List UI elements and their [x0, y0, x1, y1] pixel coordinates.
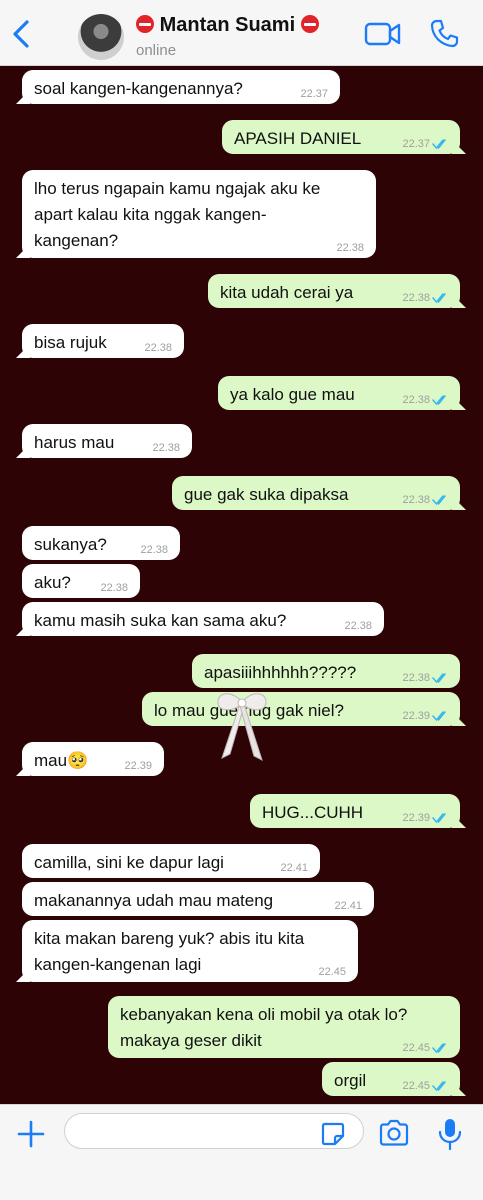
- video-camera-icon[interactable]: [364, 20, 402, 48]
- microphone-icon[interactable]: [437, 1117, 463, 1151]
- chat-area[interactable]: soal kangen-kangenannya? 22.37 APASIH DA…: [0, 66, 483, 1104]
- double-check-icon: [432, 711, 446, 722]
- message-outgoing[interactable]: HUG...CUHH 22.39: [250, 794, 466, 828]
- ribbon-bow-decoration: [217, 693, 267, 761]
- message-text: makanannya udah mau mateng: [34, 891, 274, 910]
- bubble-tail: [452, 396, 466, 410]
- message-text: kebanyakan kena oli mobil ya otak lo? ma…: [120, 1005, 408, 1050]
- message-incoming[interactable]: kita makan bareng yuk? abis itu kita kan…: [16, 920, 358, 982]
- message-outgoing[interactable]: orgil 22.45: [322, 1062, 466, 1096]
- message-time: 22.38: [152, 442, 180, 454]
- message-text: kita makan bareng yuk? abis itu kita kan…: [34, 929, 305, 974]
- message-text: lho terus ngapain kamu ngajak aku ke apa…: [34, 179, 321, 250]
- bubble-tail: [16, 90, 30, 104]
- message-incoming[interactable]: lho terus ngapain kamu ngajak aku ke apa…: [16, 170, 376, 258]
- message-text: kamu masih suka kan sama aku?: [34, 611, 287, 630]
- message-time: 22.39: [402, 710, 430, 722]
- double-check-icon: [432, 139, 446, 150]
- message-time: 22.45: [402, 1042, 430, 1054]
- bubble-tail: [452, 496, 466, 510]
- double-check-icon: [432, 495, 446, 506]
- no-entry-emoji-icon: [136, 15, 154, 33]
- double-check-icon: [432, 673, 446, 684]
- message-time: 22.38: [100, 582, 128, 594]
- message-time: 22.37: [300, 88, 328, 100]
- message-outgoing[interactable]: kebanyakan kena oli mobil ya otak lo? ma…: [108, 996, 460, 1058]
- message-outgoing[interactable]: ya kalo gue mau 22.38: [218, 376, 466, 410]
- bubble-tail: [452, 814, 466, 828]
- contact-name[interactable]: Mantan Suami: [136, 14, 319, 37]
- message-time: 22.41: [280, 862, 308, 874]
- compose-bar: [0, 1104, 483, 1200]
- message-time: 22.38: [402, 292, 430, 304]
- bubble-tail: [452, 712, 466, 726]
- message-incoming[interactable]: sukanya? 22.38: [22, 526, 180, 560]
- bubble-tail: [16, 344, 30, 358]
- bubble-tail: [452, 294, 466, 308]
- double-check-icon: [432, 293, 446, 304]
- message-outgoing[interactable]: gue gak suka dipaksa 22.38: [172, 476, 466, 510]
- message-incoming[interactable]: makanannya udah mau mateng 22.41: [22, 882, 374, 916]
- message-input[interactable]: [64, 1113, 364, 1149]
- message-incoming[interactable]: kamu masih suka kan sama aku? 22.38: [16, 602, 384, 636]
- message-time: 22.45: [318, 966, 346, 978]
- bubble-tail: [452, 140, 466, 154]
- message-time: 22.38: [344, 620, 372, 632]
- message-time: 22.41: [334, 900, 362, 912]
- message-time: 22.38: [140, 544, 168, 556]
- bubble-tail: [16, 244, 30, 258]
- message-time: 22.38: [144, 342, 172, 354]
- double-check-icon: [432, 1043, 446, 1054]
- message-outgoing[interactable]: kita udah cerai ya 22.38: [208, 274, 466, 308]
- bubble-tail: [16, 444, 30, 458]
- chevron-left-icon[interactable]: [8, 18, 34, 50]
- message-outgoing[interactable]: APASIH DANIEL 22.37: [222, 120, 466, 154]
- message-incoming[interactable]: soal kangen-kangenannya? 22.37: [16, 70, 340, 104]
- no-entry-emoji-icon: [300, 15, 319, 33]
- message-incoming[interactable]: bisa rujuk 22.38: [16, 324, 184, 358]
- message-time: 22.38: [336, 242, 364, 254]
- phone-icon[interactable]: [428, 18, 460, 50]
- message-time: 22.38: [402, 394, 430, 406]
- message-incoming[interactable]: camilla, sini ke dapur lagi 22.41: [22, 844, 320, 878]
- message-time: 22.39: [124, 760, 152, 772]
- double-check-icon: [432, 395, 446, 406]
- sticker-icon[interactable]: [320, 1121, 346, 1147]
- avatar[interactable]: [78, 14, 124, 60]
- message-text: orgil: [334, 1071, 367, 1090]
- double-check-icon: [432, 1081, 446, 1092]
- message-time: 22.39: [402, 812, 430, 824]
- message-time: 22.38: [402, 672, 430, 684]
- message-time: 22.37: [402, 138, 430, 150]
- contact-name-text: Mantan Suami: [159, 14, 296, 36]
- message-time: 22.38: [402, 494, 430, 506]
- bubble-tail: [16, 622, 30, 636]
- message-time: 22.45: [402, 1080, 430, 1092]
- camera-icon[interactable]: [378, 1119, 410, 1147]
- bubble-tail: [452, 1082, 466, 1096]
- message-text: soal kangen-kangenannya?: [34, 79, 243, 98]
- bubble-tail: [16, 762, 30, 776]
- message-incoming[interactable]: harus mau 22.38: [16, 424, 192, 458]
- message-incoming[interactable]: mau🥺 22.39: [16, 742, 164, 776]
- message-outgoing[interactable]: lo mau gue hug gak niel? 22.39: [142, 692, 466, 726]
- chat-header: Mantan Suami online: [0, 0, 483, 66]
- plus-icon[interactable]: [16, 1119, 46, 1149]
- message-text: camilla, sini ke dapur lagi: [34, 853, 224, 872]
- contact-status: online: [136, 42, 177, 59]
- bubble-tail: [16, 968, 30, 982]
- message-outgoing[interactable]: apasiiihhhhhh????? 22.38: [192, 654, 460, 688]
- message-incoming[interactable]: aku? 22.38: [22, 564, 140, 598]
- double-check-icon: [432, 813, 446, 824]
